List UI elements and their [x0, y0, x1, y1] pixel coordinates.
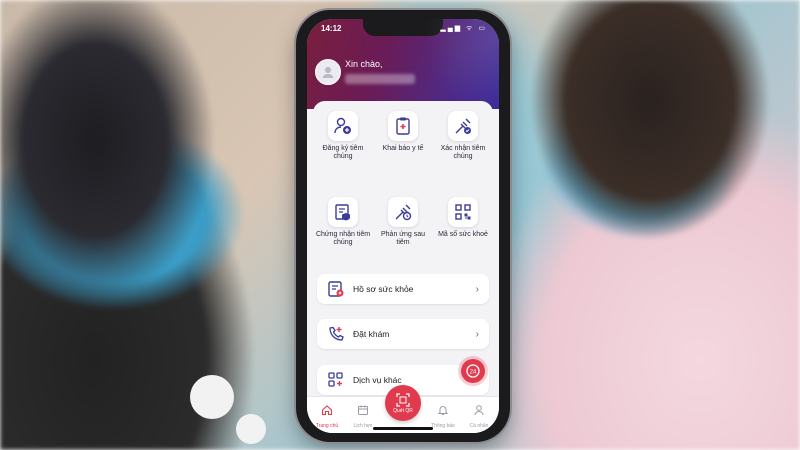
certificate-icon — [335, 204, 350, 221]
tab-appointments[interactable]: Lịch hẹn — [345, 403, 381, 429]
home-icon — [321, 405, 333, 416]
tab-home[interactable]: Trang chủ — [309, 403, 345, 429]
grid-item-vaccination-certificate[interactable]: Chứng nhận tiêm chủng — [315, 197, 371, 247]
grid-label: Mã số sức khoẻ — [438, 231, 488, 238]
status-icons: ▂▄▆ ᯤ ▭ — [440, 25, 487, 32]
row-book-appointment[interactable]: Đặt khám › — [317, 319, 489, 349]
grid-item-confirm-vaccination[interactable]: Xác nhận tiêm chủng — [435, 111, 491, 161]
tab-notifications[interactable]: Thông báo — [425, 403, 461, 429]
user-name-blurred — [345, 74, 415, 84]
grid-item-post-vaccination-reaction[interactable]: Phản ứng sau tiêm — [375, 197, 431, 247]
grid-label: Khai báo y tế — [382, 145, 424, 152]
grid-label: Xác nhận tiêm chủng — [440, 145, 486, 160]
app-screen: 14:12 ▂▄▆ ᯤ ▭ Xin chào, Đăng ký tiêm chủ… — [307, 19, 499, 433]
grid-item-health-declaration[interactable]: Khai báo y tế — [375, 111, 431, 153]
bottom-tab-bar: Trang chủ Lịch hẹn Quét QR Thông báo Cá … — [307, 385, 499, 433]
shirt-flower — [190, 375, 234, 419]
phone-medical-icon — [329, 326, 344, 341]
tab-label: Cá nhân — [469, 423, 489, 429]
qr-scan-icon — [396, 392, 410, 407]
phone-frame: 14:12 ▂▄▆ ᯤ ▭ Xin chào, Đăng ký tiêm chủ… — [296, 10, 510, 442]
row-label: Hồ sơ sức khỏe — [353, 284, 414, 294]
tab-label: Quét QR — [393, 407, 413, 414]
calendar-icon — [358, 405, 368, 415]
grid-item-health-code[interactable]: Mã số sức khoẻ — [435, 197, 491, 239]
app-header: 14:12 ▂▄▆ ᯤ ▭ Xin chào, — [307, 19, 499, 109]
grid-plus-icon — [328, 372, 343, 387]
fab-label: 24 — [470, 370, 477, 376]
greeting-text: Xin chào, — [345, 59, 383, 69]
grid-label: Đăng ký tiêm chủng — [322, 145, 364, 160]
tab-profile[interactable]: Cá nhân — [461, 403, 497, 429]
qr-code-icon — [455, 204, 471, 220]
syringe-reaction-icon — [395, 204, 412, 221]
phone-notch — [363, 19, 443, 36]
shirt-flower — [236, 414, 266, 444]
row-label: Đặt khám — [353, 329, 390, 339]
user-icon — [322, 67, 334, 78]
person-icon — [474, 405, 484, 416]
health-record-icon — [328, 281, 344, 297]
support-24h-button[interactable]: 24 — [461, 359, 485, 383]
support-24-icon: 24 — [466, 364, 480, 378]
user-plus-icon — [334, 117, 351, 134]
tab-label: Trang chủ — [315, 423, 339, 429]
bell-icon — [437, 406, 449, 415]
grid-label: Chứng nhận tiêm chủng — [315, 231, 371, 246]
row-health-record[interactable]: Hồ sơ sức khỏe › — [317, 274, 489, 304]
home-indicator — [373, 427, 433, 430]
chevron-right-icon: › — [475, 283, 479, 295]
avatar[interactable] — [315, 59, 341, 85]
tab-scan-qr[interactable]: Quét QR — [385, 385, 421, 421]
main-card: Đăng ký tiêm chủng Khai báo y tế Xác nhậ… — [313, 101, 493, 433]
clipboard-icon — [396, 117, 410, 135]
chevron-right-icon: › — [475, 328, 479, 340]
syringe-check-icon — [455, 118, 471, 134]
grid-label: Phản ứng sau tiêm — [381, 231, 425, 246]
status-time: 14:12 — [321, 24, 342, 33]
grid-item-register-vaccination[interactable]: Đăng ký tiêm chủng — [315, 111, 371, 161]
